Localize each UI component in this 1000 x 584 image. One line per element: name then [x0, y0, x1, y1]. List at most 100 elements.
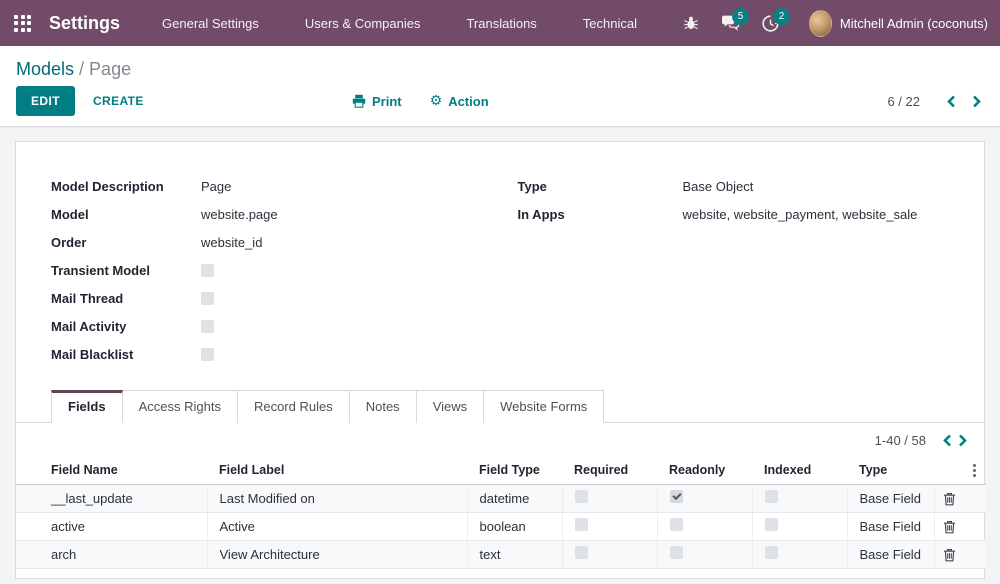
column-indexed[interactable]: Indexed — [752, 457, 847, 484]
model-form: Model Description Page Model website.pag… — [51, 172, 984, 368]
messages-menu[interactable]: 5 — [721, 15, 740, 31]
cell-field-name[interactable]: __last_update — [16, 484, 207, 512]
required-checkbox[interactable] — [575, 490, 588, 503]
cell-indexed — [752, 512, 847, 540]
cell-field-label[interactable]: View Architecture — [207, 540, 467, 568]
cell-readonly — [657, 540, 752, 568]
menu-users-companies[interactable]: Users & Companies — [305, 16, 421, 31]
gear-icon: ⚙ — [430, 94, 443, 108]
tab-fields[interactable]: Fields — [51, 390, 123, 423]
cell-required — [562, 540, 657, 568]
bug-icon — [683, 15, 699, 31]
column-field-label[interactable]: Field Label — [207, 457, 467, 484]
readonly-checkbox[interactable] — [670, 490, 683, 503]
action-label: Action — [448, 94, 488, 109]
indexed-checkbox[interactable] — [765, 490, 778, 503]
field-model-description: Model Description Page — [51, 172, 518, 200]
print-menu[interactable]: Print — [352, 94, 402, 109]
delete-row-button[interactable] — [943, 548, 956, 562]
cell-type[interactable]: Base Field — [847, 540, 934, 568]
menu-technical[interactable]: Technical — [583, 16, 637, 31]
fields-pager-previous-button[interactable] — [940, 432, 955, 449]
menu-general-settings[interactable]: General Settings — [162, 16, 259, 31]
form-sheet: Model Description Page Model website.pag… — [15, 141, 985, 579]
cell-field-label[interactable]: Active — [207, 512, 467, 540]
tab-website-forms[interactable]: Website Forms — [484, 390, 604, 423]
column-field-type[interactable]: Field Type — [467, 457, 562, 484]
pager-previous-button[interactable] — [944, 93, 959, 110]
field-value: website_id — [201, 235, 262, 250]
field-label: In Apps — [518, 207, 683, 222]
action-menu[interactable]: ⚙ Action — [430, 94, 489, 109]
cell-action — [934, 484, 986, 512]
tab-record-rules[interactable]: Record Rules — [238, 390, 350, 423]
create-button[interactable]: CREATE — [93, 94, 144, 108]
user-menu[interactable]: Mitchell Admin (coconuts) — [840, 16, 988, 31]
mail-thread-checkbox[interactable] — [201, 292, 214, 305]
column-field-name[interactable]: Field Name — [16, 457, 207, 484]
delete-row-button[interactable] — [943, 520, 956, 534]
cell-field-name[interactable]: arch — [16, 540, 207, 568]
tab-views[interactable]: Views — [417, 390, 484, 423]
breadcrumb: Models / Page — [0, 46, 1000, 82]
required-checkbox[interactable] — [575, 546, 588, 559]
messages-badge: 5 — [732, 8, 749, 25]
fields-pager-next-button[interactable] — [955, 432, 970, 449]
table-row[interactable]: active Active boolean Base Field — [16, 512, 986, 540]
chevron-left-icon — [942, 434, 953, 447]
trash-icon — [943, 548, 956, 562]
mail-activity-checkbox[interactable] — [201, 320, 214, 333]
tab-access-rights[interactable]: Access Rights — [123, 390, 238, 423]
cell-type[interactable]: Base Field — [847, 484, 934, 512]
cell-field-name[interactable]: active — [16, 512, 207, 540]
table-row[interactable]: arch View Architecture text Base Field — [16, 540, 986, 568]
form-right-column: Type Base Object In Apps website, websit… — [518, 172, 985, 368]
field-value: Page — [201, 179, 231, 194]
breadcrumb-current: Page — [89, 59, 131, 79]
readonly-checkbox[interactable] — [670, 546, 683, 559]
field-value: Base Object — [683, 179, 754, 194]
fields-table: Field Name Field Label Field Type Requir… — [16, 457, 984, 569]
debug-bug-icon[interactable] — [683, 15, 699, 31]
field-order: Order website_id — [51, 228, 518, 256]
cell-type[interactable]: Base Field — [847, 512, 934, 540]
user-avatar[interactable] — [809, 10, 832, 37]
field-mail-blacklist: Mail Blacklist — [51, 340, 518, 368]
indexed-checkbox[interactable] — [765, 518, 778, 531]
field-model: Model website.page — [51, 200, 518, 228]
print-label: Print — [372, 94, 402, 109]
cell-field-type[interactable]: boolean — [467, 512, 562, 540]
menu-translations[interactable]: Translations — [466, 16, 536, 31]
optional-columns-icon[interactable] — [969, 462, 980, 479]
edit-button[interactable]: EDIT — [16, 86, 75, 116]
field-value: website, website_payment, website_sale — [683, 207, 918, 222]
cell-field-type[interactable]: text — [467, 540, 562, 568]
activities-menu[interactable]: 2 — [762, 15, 779, 32]
tab-notes[interactable]: Notes — [350, 390, 417, 423]
top-navbar: Settings General Settings Users & Compan… — [0, 0, 1000, 46]
table-row[interactable]: __last_update Last Modified on datetime … — [16, 484, 986, 512]
field-label: Transient Model — [51, 263, 201, 278]
indexed-checkbox[interactable] — [765, 546, 778, 559]
column-type[interactable]: Type — [847, 457, 934, 484]
apps-menu-icon[interactable] — [14, 15, 31, 32]
notebook-tabs: Fields Access Rights Record Rules Notes … — [16, 390, 984, 423]
cell-required — [562, 484, 657, 512]
cell-field-type[interactable]: datetime — [467, 484, 562, 512]
transient-model-checkbox[interactable] — [201, 264, 214, 277]
cell-required — [562, 512, 657, 540]
column-readonly[interactable]: Readonly — [657, 457, 752, 484]
mail-blacklist-checkbox[interactable] — [201, 348, 214, 361]
cell-field-label[interactable]: Last Modified on — [207, 484, 467, 512]
column-required[interactable]: Required — [562, 457, 657, 484]
readonly-checkbox[interactable] — [670, 518, 683, 531]
pager-next-button[interactable] — [969, 93, 984, 110]
chevron-right-icon — [971, 95, 982, 108]
breadcrumb-models-link[interactable]: Models — [16, 59, 74, 79]
fields-table-header: Field Name Field Label Field Type Requir… — [16, 457, 986, 484]
field-label: Type — [518, 179, 683, 194]
required-checkbox[interactable] — [575, 518, 588, 531]
app-name[interactable]: Settings — [49, 13, 120, 34]
delete-row-button[interactable] — [943, 492, 956, 506]
field-label: Model Description — [51, 179, 201, 194]
